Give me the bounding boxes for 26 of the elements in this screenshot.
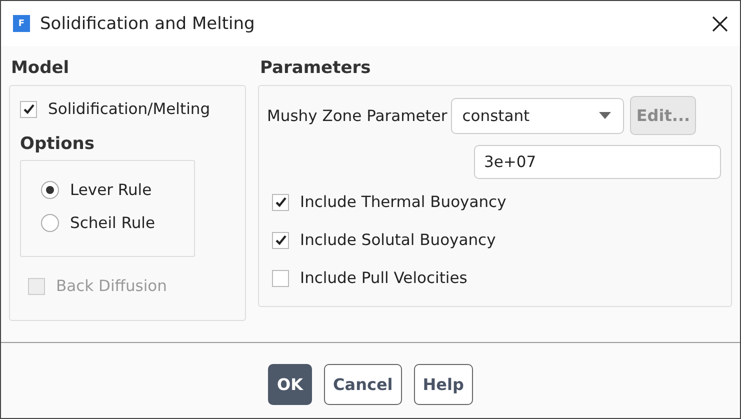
checkbox-label: Include Pull Velocities — [300, 269, 468, 287]
dialog-button[interactable]: Help — [414, 364, 473, 405]
radio-label: Scheil Rule — [70, 214, 156, 232]
caret-icon — [599, 112, 612, 119]
window-title: Solidification and Melting — [40, 14, 256, 34]
checkbox-label: Solidification/Melting — [48, 100, 210, 118]
ok-button[interactable]: OK — [268, 364, 312, 405]
checkbox-label: Include Solutal Buoyancy — [300, 231, 496, 249]
radio-button[interactable] — [41, 180, 59, 198]
method-dropdown[interactable]: constant — [451, 98, 624, 134]
checkbox[interactable] — [20, 100, 37, 118]
section-heading: Options — [20, 134, 96, 156]
checkbox[interactable] — [272, 270, 289, 286]
section-heading: Model — [10, 58, 70, 80]
field-label: Mushy Zone Parameter — [267, 106, 448, 124]
close-icon[interactable] — [712, 16, 728, 32]
checkbox[interactable] — [272, 232, 289, 248]
checkbox-label: Back Diffusion — [56, 277, 167, 295]
checkbox-label: Include Thermal Buoyancy — [300, 193, 506, 211]
checkbox[interactable] — [272, 194, 289, 210]
dialog-button[interactable]: Cancel — [324, 364, 402, 405]
value-field[interactable]: 3e+07 — [474, 145, 721, 179]
app-icon: F — [13, 15, 30, 32]
radio-button[interactable] — [41, 214, 59, 232]
section-heading: Parameters — [259, 58, 372, 80]
radio-label: Lever Rule — [70, 180, 152, 198]
